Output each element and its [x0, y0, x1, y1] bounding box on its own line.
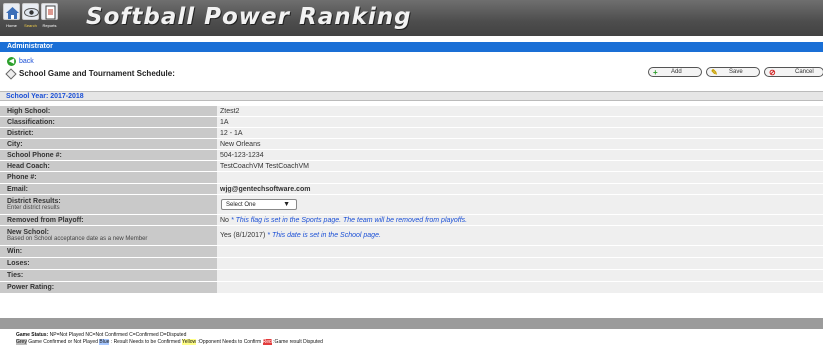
district-results-select[interactable]: Select One ▼ — [221, 199, 297, 210]
ties-label: Ties: — [7, 272, 24, 279]
legend-red-swatch: Red — [262, 339, 272, 345]
district-results-hint: Enter district results — [7, 205, 60, 211]
city-value: New Orleans — [220, 140, 261, 148]
cancel-button-label: Cancel — [795, 69, 814, 75]
district-results-label: District Results: — [7, 198, 61, 205]
high-school-value: Ztest2 — [220, 107, 240, 115]
document-icon — [41, 3, 58, 20]
loses-label: Loses: — [7, 260, 30, 267]
form-footer-bar — [0, 318, 823, 329]
administrator-bar: Administrator — [0, 42, 823, 52]
schedule-label: School Game and Tournament Schedule: — [19, 69, 175, 78]
new-school-label: New School: — [7, 229, 50, 236]
plus-icon: + — [653, 68, 658, 77]
row-classification: Classification: 1A — [0, 117, 823, 128]
dropdown-arrow-icon: ▼ — [283, 201, 290, 208]
game-status-text: NP=Not Played NC=Not Confirmed C=Confirm… — [49, 332, 187, 338]
classification-label: Classification: — [7, 118, 55, 126]
row-new-school: New School: Based on School acceptance d… — [0, 226, 823, 246]
row-power-rating: Power Rating: — [0, 282, 823, 294]
win-label: Win: — [7, 248, 23, 255]
back-arrow-icon: ◀ — [7, 57, 16, 66]
legend-blue-text: : Result Needs to be Confirmed — [110, 339, 181, 345]
district-results-selected: Select One — [226, 202, 256, 208]
row-ties: Ties: — [0, 270, 823, 282]
house-icon — [3, 3, 20, 20]
head-coach-value: TestCoachVM TestCoachVM — [220, 162, 309, 170]
power-rating-label: Power Rating: — [7, 284, 55, 291]
add-button-label: Add — [671, 69, 682, 75]
game-status-title: Game Status: — [16, 332, 49, 338]
email-label: Email: — [7, 185, 29, 193]
row-win: Win: — [0, 246, 823, 258]
legend-yellow-swatch: Yellow — [181, 339, 197, 345]
back-label[interactable]: back — [19, 58, 34, 65]
district-value: 12 - 1A — [220, 129, 243, 137]
color-legend: Grey Game Confirmed or Not Played Blue :… — [16, 339, 323, 345]
legend-gray-text: Game Confirmed or Not Played — [28, 339, 98, 345]
high-school-label: High School: — [7, 107, 51, 115]
school-phone-value: 504-123-1234 — [220, 151, 264, 159]
new-school-note: * This date is set in the School page. — [267, 232, 381, 239]
header-banner: Home Search Reports Softball Power Ranki… — [0, 0, 823, 36]
row-head-coach: Head Coach: TestCoachVM TestCoachVM — [0, 161, 823, 172]
action-toolbar: + Add ✎ Save ⊘ Cancel — [648, 67, 823, 77]
row-school-phone: School Phone #: 504-123-1234 — [0, 150, 823, 161]
head-coach-label: Head Coach: — [7, 162, 50, 170]
back-link[interactable]: ◀ back — [7, 57, 34, 66]
row-loses: Loses: — [0, 258, 823, 270]
row-district: District: 12 - 1A — [0, 128, 823, 139]
row-phone: Phone #: — [0, 172, 823, 184]
game-status-legend: Game Status: NP=Not Played NC=Not Confir… — [16, 332, 186, 338]
district-label: District: — [7, 129, 34, 137]
classification-value: 1A — [220, 118, 229, 126]
eye-icon — [22, 3, 39, 20]
cancel-icon: ⊘ — [769, 68, 776, 77]
legend-blue-swatch: Blue — [99, 339, 110, 345]
city-label: City: — [7, 140, 23, 148]
legend-red-text: :Game result Disputed — [273, 339, 323, 345]
phone-label: Phone #: — [7, 174, 37, 181]
row-high-school: High School: Ztest2 — [0, 106, 823, 117]
row-district-results: District Results: Enter district results… — [0, 195, 823, 215]
diamond-icon — [5, 67, 17, 80]
legend-yellow-text: :Opponent Needs to Confirm — [197, 339, 262, 345]
new-school-value: Yes (8/1/2017) — [220, 232, 266, 239]
row-city: City: New Orleans — [0, 139, 823, 150]
row-email: Email: wjg@gentechsoftware.com — [0, 184, 823, 195]
removed-from-playoff-note: * This flag is set in the Sports page. T… — [230, 216, 468, 224]
app-title: Softball Power Ranking — [86, 4, 412, 30]
new-school-hint: Based on School acceptance date as a new… — [7, 236, 148, 242]
school-info-form: High School: Ztest2 Classification: 1A D… — [0, 106, 823, 294]
add-button[interactable]: + Add — [648, 67, 702, 77]
school-year-bar: School Year: 2017-2018 — [0, 91, 823, 101]
pencil-icon: ✎ — [711, 68, 718, 77]
reports-nav-label: Reports — [42, 23, 57, 28]
legend-gray-swatch: Grey — [16, 339, 27, 345]
row-removed-from-playoff: Removed from Playoff: No * This flag is … — [0, 215, 823, 226]
save-button[interactable]: ✎ Save — [706, 67, 760, 77]
removed-from-playoff-value: No — [220, 216, 229, 224]
schedule-heading: School Game and Tournament Schedule: — [5, 67, 175, 80]
email-value: wjg@gentechsoftware.com — [220, 185, 311, 193]
school-phone-label: School Phone #: — [7, 151, 62, 159]
reports-nav-button[interactable]: Reports — [40, 2, 59, 30]
save-button-label: Save — [729, 69, 743, 75]
removed-from-playoff-label: Removed from Playoff: — [7, 216, 84, 224]
cancel-button[interactable]: ⊘ Cancel — [764, 67, 823, 77]
school-year-label: School Year: 2017-2018 — [6, 93, 84, 100]
